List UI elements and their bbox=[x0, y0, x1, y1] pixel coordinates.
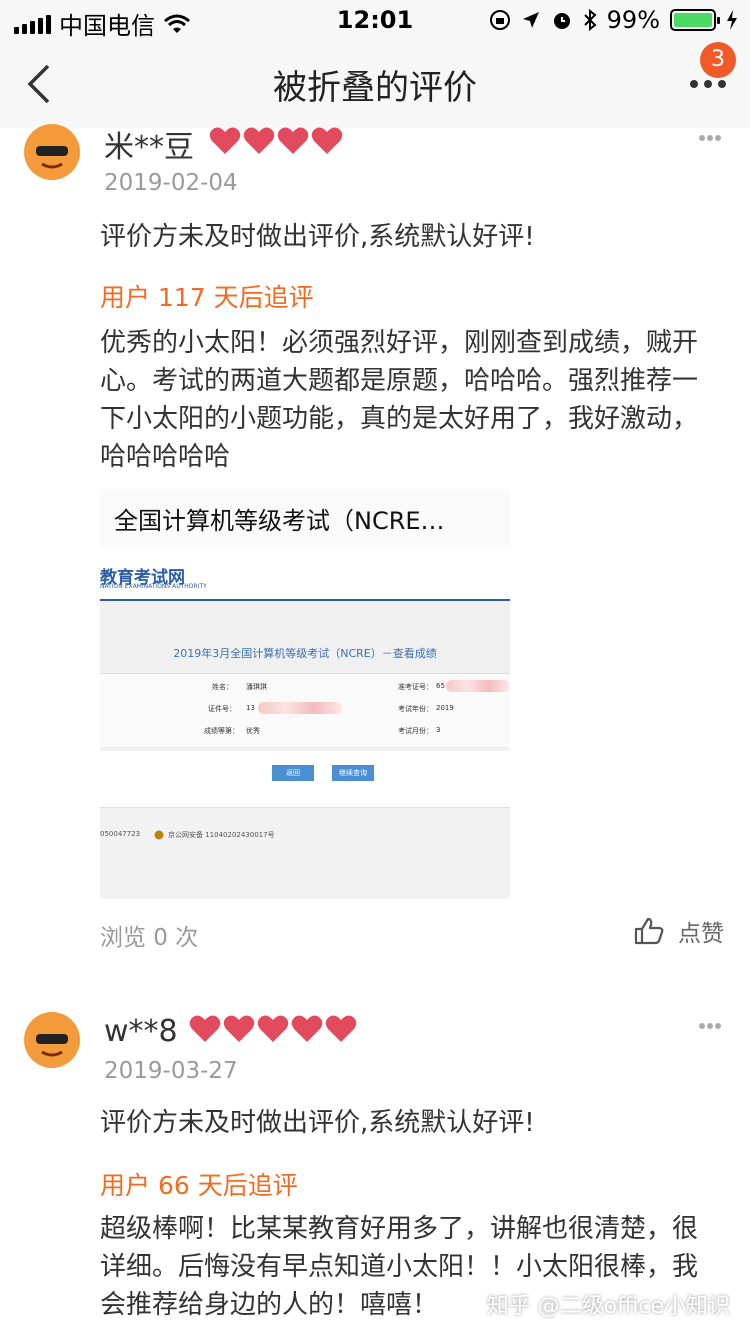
battery-level-fill bbox=[674, 13, 712, 27]
police-emblem-icon bbox=[154, 830, 164, 840]
heart-rating bbox=[188, 1014, 358, 1044]
score-table: 姓名： 潘琪琪 证件号： 13 成绩等第： 优秀 准考证号： 65 考试年份： … bbox=[100, 673, 510, 747]
followup-line: 详细。后悔没有早点知道小太阳！！小太阳很棒，我 bbox=[100, 1252, 699, 1282]
avatar[interactable] bbox=[24, 124, 80, 180]
like-label: 点赞 bbox=[678, 921, 724, 947]
followup-line: 下小太阳的小题功能，真的是太好用了，我好激动， bbox=[100, 404, 699, 434]
followup-text: 优秀的小太阳！必须强烈好评，刚刚查到成绩，贼开 心。考试的两道大题都是原题，哈哈… bbox=[100, 324, 720, 476]
heart-icon bbox=[257, 1015, 289, 1042]
exam-site-logo-sub: NATION EXAMINATIONS AUTHORITY bbox=[100, 583, 207, 590]
review-more-icon[interactable] bbox=[698, 1022, 722, 1030]
followup-line: 心。考试的两道大题都是原题，哈哈哈。强烈推荐一 bbox=[100, 366, 699, 396]
review-item: w**8 2019-03-27 评价方未及时做出评价,系统默认好评! 用户 66… bbox=[0, 1010, 750, 1334]
year-value: 2019 bbox=[436, 704, 454, 712]
ticket-label: 准考证号： bbox=[398, 683, 433, 691]
followup-line: 哈哈哈哈哈 bbox=[100, 442, 231, 472]
like-button[interactable]: 点赞 bbox=[634, 914, 724, 948]
footer-right-text: 京公网安备 11040202430017号 bbox=[168, 831, 275, 839]
site-footer: 050047723 京公网安备 11040202430017号 bbox=[100, 807, 510, 899]
review-more-icon[interactable] bbox=[698, 134, 722, 142]
sun-mascot-icon bbox=[28, 1018, 76, 1066]
review-date: 2019-03-27 bbox=[104, 1058, 238, 1084]
watermark: 知乎 @二级office小知识 bbox=[486, 1294, 730, 1319]
battery-percent: 99% bbox=[606, 6, 660, 34]
location-icon bbox=[522, 12, 539, 28]
continue-query-button: 继续查询 bbox=[332, 765, 374, 781]
month-value: 3 bbox=[436, 726, 441, 734]
nav-bar: 被折叠的评价 3 bbox=[0, 40, 750, 128]
redaction-blur bbox=[446, 680, 510, 692]
username: w**8 bbox=[104, 1014, 178, 1049]
followup-line: 优秀的小太阳！必须强烈好评，刚刚查到成绩，贼开 bbox=[100, 328, 699, 358]
orientation-lock-icon bbox=[489, 10, 510, 30]
view-count: 浏览 0 次 bbox=[100, 925, 199, 951]
heart-icon bbox=[223, 1015, 255, 1042]
month-label: 考试月份： bbox=[398, 727, 433, 735]
footer-left-text: 050047723 bbox=[100, 830, 141, 838]
notification-badge: 3 bbox=[700, 42, 736, 78]
status-bar: 中国电信 12:01 99% bbox=[0, 0, 750, 40]
followup-line: 超级棒啊！比某某教育好用多了，讲解也很清楚，很 bbox=[100, 1214, 699, 1244]
review-image[interactable]: 全国计算机等级考试（NCRE… 教育考试网 NATION EXAMINATION… bbox=[100, 489, 510, 899]
heart-icon bbox=[291, 1015, 323, 1042]
ticket-value: 65 bbox=[436, 682, 445, 690]
followup-label: 用户 117 天后追评 bbox=[100, 283, 314, 312]
grade-value: 优秀 bbox=[246, 727, 260, 735]
followup-label: 用户 66 天后追评 bbox=[100, 1171, 298, 1200]
back-link-button: 返回 bbox=[272, 765, 314, 781]
avatar[interactable] bbox=[24, 1012, 80, 1068]
image-header: 全国计算机等级考试（NCRE… bbox=[100, 489, 510, 547]
default-review-text: 评价方未及时做出评价,系统默认好评! bbox=[100, 1108, 535, 1138]
default-review-text: 评价方未及时做出评价,系统默认好评! bbox=[100, 222, 535, 252]
name-value: 潘琪琪 bbox=[246, 683, 267, 691]
heart-icon bbox=[311, 127, 343, 154]
score-page: 教育考试网 NATION EXAMINATIONS AUTHORITY 2019… bbox=[100, 547, 510, 899]
heart-icon bbox=[325, 1015, 357, 1042]
grade-label: 成绩等第： bbox=[204, 727, 239, 735]
review-date: 2019-02-04 bbox=[104, 170, 238, 196]
alarm-icon bbox=[553, 13, 570, 29]
heart-icon bbox=[209, 127, 241, 154]
year-label: 考试年份： bbox=[398, 705, 433, 713]
heart-rating bbox=[208, 126, 344, 156]
redaction-blur bbox=[258, 702, 342, 714]
id-label: 证件号： bbox=[208, 705, 236, 713]
thumbs-up-icon bbox=[634, 917, 664, 945]
battery-icon bbox=[670, 9, 720, 31]
heart-icon bbox=[189, 1015, 221, 1042]
sun-mascot-icon bbox=[28, 130, 76, 178]
heart-icon bbox=[243, 127, 275, 154]
bluetooth-icon bbox=[583, 9, 597, 31]
heart-icon bbox=[277, 127, 309, 154]
status-right: 99% bbox=[489, 6, 738, 34]
page-title: 被折叠的评价 bbox=[273, 68, 477, 108]
id-value: 13 bbox=[246, 704, 255, 712]
name-label: 姓名： bbox=[212, 683, 233, 691]
username: 米**豆 bbox=[104, 130, 194, 165]
score-title: 2019年3月全国计算机等级考试（NCRE）－查看成绩 bbox=[173, 647, 437, 660]
charging-icon bbox=[727, 10, 737, 30]
